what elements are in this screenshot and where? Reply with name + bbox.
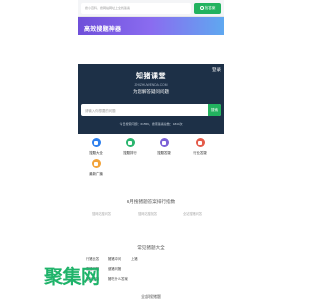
- category-link[interactable]: 猪吃什么答案: [108, 276, 128, 281]
- quick-nav-item-1[interactable]: 搜题大全: [81, 138, 111, 155]
- hot-section-title: 6月搜猪题答案排行指数: [126, 199, 176, 204]
- hot-links: 搜网站搜问答 搜网站搜找答 全站搜猪问答: [78, 211, 224, 219]
- location-icon: [195, 138, 205, 147]
- site-domain: ZHIZHUWENDA.COM: [134, 83, 168, 87]
- quick-nav-label: 搜题答疑: [157, 151, 171, 155]
- quick-nav-label: 搜题大全: [89, 151, 103, 155]
- phone-icon: [159, 138, 169, 147]
- category-link[interactable]: 上猪: [131, 256, 138, 261]
- site-title: 知猪课堂: [136, 73, 166, 80]
- broadcast-icon: [91, 159, 101, 168]
- category-link[interactable]: 猪猪冲问: [108, 256, 121, 261]
- top-search-button-label: 找答案: [204, 6, 216, 10]
- banner-title: 高效搜题神器: [84, 27, 122, 33]
- quick-nav-item-4[interactable]: 行业答疑: [185, 138, 215, 155]
- quick-nav-item-5[interactable]: 最新广播: [81, 159, 111, 176]
- quick-nav-label: 最新广播: [89, 172, 103, 176]
- watermark-text: 聚集网: [44, 267, 100, 288]
- category-section-title: 常见猪题大全: [137, 245, 165, 250]
- hot-link[interactable]: 全站搜猪问答: [183, 211, 202, 216]
- hero-search-button[interactable]: 搜索: [208, 104, 221, 116]
- bottom-section-title: 全部搜猪题: [141, 294, 161, 299]
- book-icon: [91, 138, 101, 147]
- quick-nav-label: 搜题排行: [123, 151, 137, 155]
- top-search-button[interactable]: 找答案: [194, 3, 221, 14]
- rank-icon: [125, 138, 135, 147]
- quick-nav-item-2[interactable]: 搜题排行: [115, 138, 145, 155]
- hero-panel: 登录 知猪课堂 ZHIZHUWENDA.COM 为您解答疑问问题 请输入你想要的…: [78, 64, 224, 134]
- hot-link[interactable]: 搜网站搜问答: [92, 211, 111, 216]
- category-link[interactable]: 健猪问猪: [108, 266, 121, 271]
- category-link[interactable]: 行猪比答: [86, 256, 99, 261]
- search-icon: [199, 5, 204, 10]
- quick-nav-item-3[interactable]: 搜题答疑: [149, 138, 179, 155]
- site-stats: 今日搜索问题：61559，搜索答案总数：1844次: [119, 122, 183, 126]
- site-slogan: 为您解答疑问问题: [133, 89, 169, 94]
- quick-nav: 搜题大全 搜题排行 搜题答疑 行业答疑 最新广播: [78, 138, 224, 186]
- quick-nav-label: 行业答疑: [193, 151, 207, 155]
- mobile-page: 搜小百科、搜网站网址上全找答案 找答案 高效搜题神器 登录 知猪课堂 ZHIZH…: [78, 0, 224, 300]
- top-search-bar: 搜小百科、搜网站网址上全找答案 找答案: [78, 0, 224, 17]
- hero-search-box[interactable]: 请输入你想要的问题 搜索: [81, 104, 221, 116]
- promo-banner[interactable]: 高效搜题神器: [78, 17, 224, 35]
- top-search-input[interactable]: 搜小百科、搜网站网址上全找答案: [81, 3, 191, 14]
- hero-search-input[interactable]: 请输入你想要的问题: [85, 108, 116, 113]
- hot-link[interactable]: 搜网站搜找答: [138, 211, 157, 216]
